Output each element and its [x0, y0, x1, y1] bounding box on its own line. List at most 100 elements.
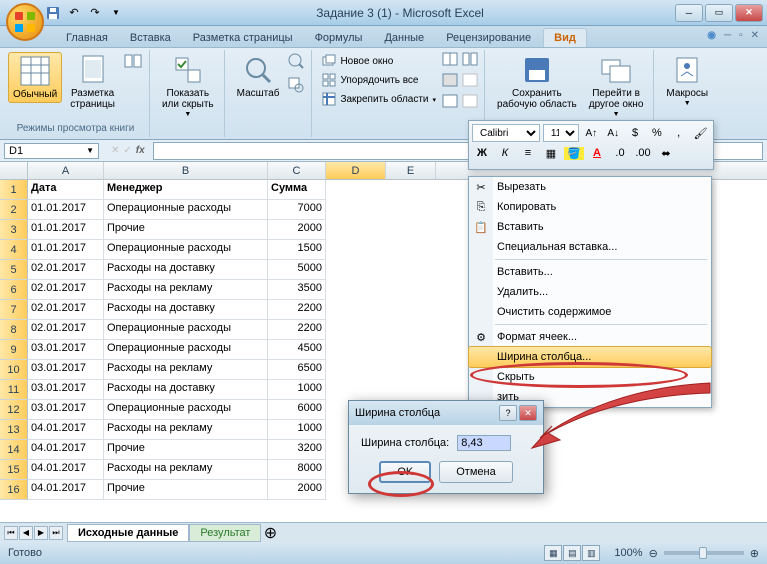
tab-home[interactable]: Главная — [56, 29, 118, 47]
zoom-100-button[interactable] — [287, 52, 305, 75]
cell[interactable]: 02.01.2017 — [28, 260, 104, 280]
cell[interactable]: 4500 — [268, 340, 326, 360]
currency-icon[interactable]: $ — [626, 124, 645, 142]
cell[interactable]: Расходы на доставку — [104, 380, 268, 400]
row-header[interactable]: 3 — [0, 220, 28, 240]
cell[interactable]: 04.01.2017 — [28, 460, 104, 480]
close-button[interactable]: ✕ — [735, 4, 763, 22]
shrink-font-icon[interactable]: A↓ — [604, 124, 623, 142]
page-layout-button[interactable]: Разметка страницы — [66, 52, 119, 112]
tab-view[interactable]: Вид — [543, 28, 587, 47]
row-header[interactable]: 16 — [0, 480, 28, 500]
qat-dropdown-icon[interactable]: ▼ — [107, 4, 125, 22]
cell[interactable]: Операционные расходы — [104, 400, 268, 420]
size-select[interactable]: 11 — [543, 124, 579, 142]
cell[interactable]: 01.01.2017 — [28, 200, 104, 220]
paint-icon[interactable]: 🖌 — [691, 124, 710, 142]
cm-paste[interactable]: 📋Вставить — [469, 217, 711, 237]
next-sheet-icon[interactable]: ▶ — [34, 526, 48, 540]
tab-data[interactable]: Данные — [374, 29, 434, 47]
cm-delete[interactable]: Удалить... — [469, 282, 711, 302]
cell[interactable]: Расходы на рекламу — [104, 360, 268, 380]
cell[interactable]: 3500 — [268, 280, 326, 300]
tab-layout[interactable]: Разметка страницы — [183, 29, 303, 47]
cell[interactable]: Прочие — [104, 480, 268, 500]
cell[interactable]: Прочие — [104, 440, 268, 460]
switch-window-button[interactable]: Перейти в другое окно ▼ — [585, 52, 648, 120]
cell[interactable]: 02.01.2017 — [28, 280, 104, 300]
row-header[interactable]: 2 — [0, 200, 28, 220]
row-header[interactable]: 14 — [0, 440, 28, 460]
page-break-button[interactable] — [123, 52, 143, 70]
new-sheet-icon[interactable]: ⊕ — [261, 523, 279, 543]
cell[interactable]: 1500 — [268, 240, 326, 260]
cell[interactable]: Операционные расходы — [104, 340, 268, 360]
cell[interactable]: 03.01.2017 — [28, 400, 104, 420]
show-hide-button[interactable]: Показать или скрыть ▼ — [158, 52, 218, 120]
italic-icon[interactable]: К — [495, 144, 515, 162]
sync-scroll-button[interactable] — [462, 73, 478, 92]
fx-icon[interactable]: fx — [136, 145, 145, 156]
fill-color-icon[interactable]: 🪣 — [564, 144, 584, 162]
prev-sheet-icon[interactable]: ◀ — [19, 526, 33, 540]
undo-icon[interactable]: ↶ — [65, 4, 83, 22]
cell[interactable]: 1000 — [268, 380, 326, 400]
row-header[interactable]: 7 — [0, 300, 28, 320]
cm-format-cells[interactable]: ⚙Формат ячеек... — [469, 327, 711, 347]
cell[interactable]: 3200 — [268, 440, 326, 460]
cm-clear[interactable]: Очистить содержимое — [469, 302, 711, 322]
normal-view-icon[interactable]: ▦ — [544, 545, 562, 561]
save-icon[interactable] — [44, 4, 62, 22]
cell[interactable]: 2200 — [268, 320, 326, 340]
merge-icon[interactable]: ⬌ — [656, 144, 676, 162]
cell[interactable]: Сумма — [268, 180, 326, 200]
pagebreak-view-icon[interactable]: ▥ — [582, 545, 600, 561]
save-workspace-button[interactable]: Сохранить рабочую область — [493, 52, 581, 112]
row-header[interactable]: 10 — [0, 360, 28, 380]
cm-insert[interactable]: Вставить... — [469, 262, 711, 282]
last-sheet-icon[interactable]: ⏭ — [49, 526, 63, 540]
sheet-tab-source[interactable]: Исходные данные — [67, 524, 189, 542]
layout-view-icon[interactable]: ▤ — [563, 545, 581, 561]
cancel-formula-icon[interactable]: ✕ — [111, 145, 119, 156]
zoom-button[interactable]: Масштаб — [233, 52, 284, 101]
cell[interactable]: 03.01.2017 — [28, 340, 104, 360]
min-ribbon-icon[interactable]: ─ — [724, 30, 731, 41]
cell[interactable]: Расходы на рекламу — [104, 280, 268, 300]
zoom-slider[interactable] — [664, 551, 744, 555]
select-all-corner[interactable] — [0, 162, 28, 179]
cell[interactable]: Расходы на рекламу — [104, 460, 268, 480]
cell[interactable]: Расходы на доставку — [104, 260, 268, 280]
zoom-in-button[interactable]: ⊕ — [750, 547, 759, 560]
align-center-icon[interactable]: ≡ — [518, 144, 538, 162]
help-icon[interactable]: ◉ — [707, 30, 716, 41]
col-header[interactable]: C — [268, 162, 326, 179]
split-button[interactable] — [442, 52, 458, 71]
cell[interactable]: Операционные расходы — [104, 200, 268, 220]
bold-icon[interactable]: Ж — [472, 144, 492, 162]
cell[interactable]: 1000 — [268, 420, 326, 440]
row-header[interactable]: 12 — [0, 400, 28, 420]
row-header[interactable]: 15 — [0, 460, 28, 480]
cell[interactable]: Операционные расходы — [104, 240, 268, 260]
row-header[interactable]: 6 — [0, 280, 28, 300]
cancel-button[interactable]: Отмена — [439, 461, 512, 483]
cell[interactable]: 8000 — [268, 460, 326, 480]
cell[interactable]: 2200 — [268, 300, 326, 320]
tab-formulas[interactable]: Формулы — [305, 29, 373, 47]
cell[interactable]: 03.01.2017 — [28, 380, 104, 400]
cell[interactable]: Расходы на рекламу — [104, 420, 268, 440]
cell[interactable]: 7000 — [268, 200, 326, 220]
cell[interactable]: Менеджер — [104, 180, 268, 200]
office-button[interactable] — [6, 3, 44, 41]
row-header[interactable]: 8 — [0, 320, 28, 340]
zoom-selection-button[interactable] — [287, 76, 305, 99]
cm-cut[interactable]: ✂Вырезать — [469, 177, 711, 197]
unhide-button[interactable] — [442, 94, 458, 113]
cm-copy[interactable]: ⎘Копировать — [469, 197, 711, 217]
cell[interactable]: 03.01.2017 — [28, 360, 104, 380]
font-select[interactable]: Calibri — [472, 124, 540, 142]
col-header[interactable]: E — [386, 162, 436, 179]
cell[interactable]: 02.01.2017 — [28, 300, 104, 320]
minimize-button[interactable]: ─ — [675, 4, 703, 22]
